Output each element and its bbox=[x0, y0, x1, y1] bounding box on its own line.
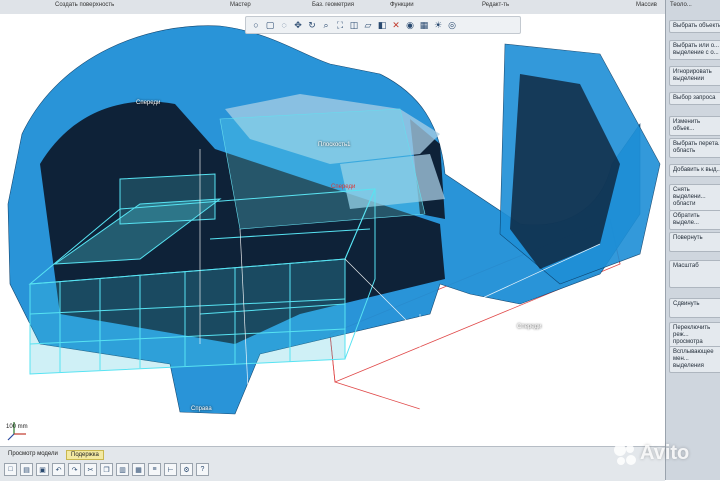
move-icon[interactable]: ✥ bbox=[292, 19, 304, 31]
3d-viewport[interactable]: Спереди Плоскость1 Спереди Спереди Справ… bbox=[0, 14, 665, 446]
zoom-icon[interactable]: ⌕ bbox=[320, 19, 332, 31]
ribbon-group-edit[interactable]: Редакт-ть bbox=[482, 2, 509, 8]
selection-panel: Теоло... Выбрать объекты Выбрать или о..… bbox=[665, 0, 720, 480]
ignore-in-selection-button[interactable]: Игнорировать выделении bbox=[669, 66, 720, 86]
ribbon-group-wizard[interactable]: Мастер bbox=[230, 2, 251, 8]
light-icon[interactable]: ☀ bbox=[432, 19, 444, 31]
avito-logo-icon bbox=[614, 444, 636, 465]
ribbon-group-base-geometry[interactable]: Баз. геометрия bbox=[312, 2, 354, 8]
add-to-selection-button[interactable]: Добавить к выд... bbox=[669, 164, 720, 177]
layers-icon[interactable]: ≡ bbox=[148, 463, 161, 476]
view-toolbar: ○ ▢ ◌ ✥ ↻ ⌕ ⛶ ◫ ▱ ◧ ✕ ◉ ▦ ☀ ◎ bbox=[245, 16, 521, 34]
grid-icon[interactable]: ▦ bbox=[132, 463, 145, 476]
select-objects-button[interactable]: Выбрать объекты bbox=[669, 20, 720, 33]
label-plane: Плоскость1 bbox=[318, 142, 351, 148]
label-front-bottom: Спереди bbox=[517, 324, 542, 330]
measure-icon[interactable]: ⊢ bbox=[164, 463, 177, 476]
avito-watermark: Avito bbox=[612, 440, 712, 470]
wireframe-icon[interactable]: ▦ bbox=[418, 19, 430, 31]
select-or-deselect-button[interactable]: Выбрать или о... выделение с о... bbox=[669, 40, 720, 60]
reference-plane bbox=[219, 108, 426, 230]
redo-icon[interactable]: ↷ bbox=[68, 463, 81, 476]
label-right: Справа bbox=[191, 406, 212, 412]
bottom-bar: Просмотр модели Подержка □ ▤ ▣ ↶ ↷ ✂ ❐ ▥… bbox=[0, 446, 665, 481]
lasso-icon[interactable]: ◌ bbox=[278, 19, 290, 31]
invert-selection-button[interactable]: Обратить выделе... bbox=[669, 210, 720, 230]
select-icon[interactable]: ○ bbox=[250, 19, 262, 31]
selection-popup-menu-button[interactable]: Всплывающее мен... выделения bbox=[669, 346, 720, 373]
undo-icon[interactable]: ↶ bbox=[52, 463, 65, 476]
cube-view-icon[interactable]: ◫ bbox=[348, 19, 360, 31]
section-icon[interactable]: ◧ bbox=[376, 19, 388, 31]
shade-icon[interactable]: ◉ bbox=[404, 19, 416, 31]
ribbon-group-create-surface[interactable]: Создать поверхность bbox=[55, 2, 114, 8]
scale-bar-label: 100 mm bbox=[6, 424, 28, 430]
toggle-view-mode-button[interactable]: Переключить реж... просмотра bbox=[669, 322, 720, 349]
fit-view-icon[interactable]: ⛶ bbox=[334, 19, 346, 31]
ribbon: Создать поверхность Мастер Баз. геометри… bbox=[0, 0, 665, 15]
open-icon[interactable]: ▤ bbox=[20, 463, 33, 476]
ribbon-group-array[interactable]: Массив bbox=[636, 2, 657, 8]
point-cloud-scene[interactable] bbox=[0, 14, 665, 446]
deselect-area-button[interactable]: Снять выделени... области bbox=[669, 184, 720, 211]
tab-support[interactable]: Подержка bbox=[66, 450, 104, 460]
ribbon-group-functions[interactable]: Функции bbox=[390, 2, 414, 8]
label-front-top: Спереди bbox=[136, 100, 161, 106]
box-select-icon[interactable]: ▢ bbox=[264, 19, 276, 31]
paste-icon[interactable]: ▥ bbox=[116, 463, 129, 476]
copy-icon[interactable]: ❐ bbox=[100, 463, 113, 476]
rotate-icon[interactable]: ↻ bbox=[306, 19, 318, 31]
drag-select-area-button[interactable]: Выбрать перета... область bbox=[669, 138, 720, 158]
save-icon[interactable]: ▣ bbox=[36, 463, 49, 476]
modify-object-button[interactable]: Изменить объек... bbox=[669, 116, 720, 136]
camera-icon[interactable]: ◎ bbox=[446, 19, 458, 31]
avito-watermark-text: Avito bbox=[640, 442, 690, 464]
select-query-button[interactable]: Выбор запроса bbox=[669, 92, 720, 105]
bottom-toolbar: □ ▤ ▣ ↶ ↷ ✂ ❐ ▥ ▦ ≡ ⊢ ⚙ ? bbox=[4, 463, 209, 476]
cut-icon[interactable]: ✂ bbox=[84, 463, 97, 476]
rotate-button[interactable]: Повернуть bbox=[669, 232, 720, 252]
label-front-red: Спереди bbox=[331, 184, 356, 190]
new-icon[interactable]: □ bbox=[4, 463, 17, 476]
settings-icon[interactable]: ⚙ bbox=[180, 463, 193, 476]
tab-model-view[interactable]: Просмотр модели bbox=[4, 450, 62, 458]
plane-icon[interactable]: ▱ bbox=[362, 19, 374, 31]
pan-button[interactable]: Сдвинуть bbox=[669, 298, 720, 318]
move-gizmo bbox=[520, 306, 536, 322]
panel-title: Теоло... bbox=[670, 2, 692, 8]
help-icon[interactable]: ? bbox=[196, 463, 209, 476]
scale-button[interactable]: Масштаб bbox=[669, 260, 720, 288]
close-section-icon[interactable]: ✕ bbox=[390, 19, 402, 31]
